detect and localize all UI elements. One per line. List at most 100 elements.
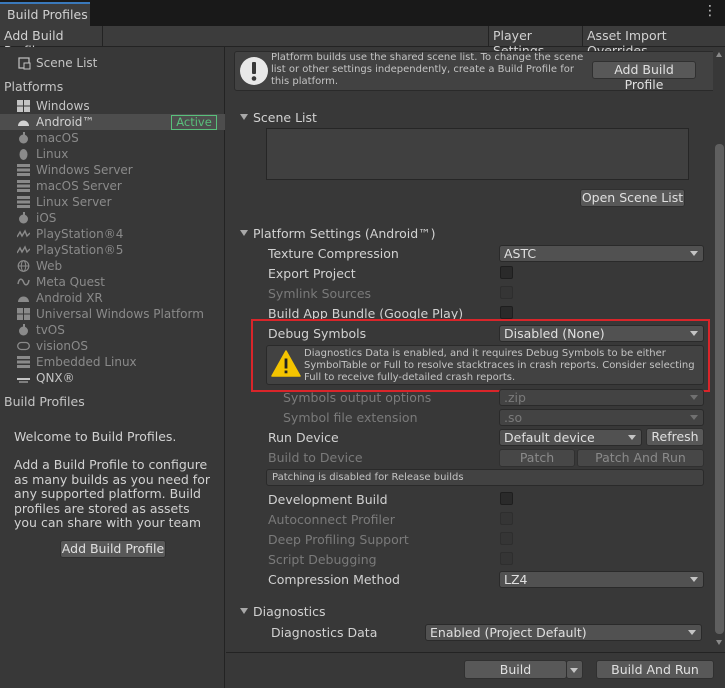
compression-method-label: Compression Method xyxy=(268,572,400,587)
build-app-bundle-checkbox[interactable] xyxy=(500,306,513,319)
sidebar-item-label: Universal Windows Platform xyxy=(36,307,204,321)
chevron-down-icon xyxy=(690,415,698,420)
diagnostics-data-dropdown[interactable]: Enabled (Project Default) xyxy=(425,624,702,641)
export-project-checkbox[interactable] xyxy=(500,266,513,279)
build-profiles-description: Add a Build Profile to configure as many… xyxy=(14,457,210,531)
sidebar-item-label: QNX® xyxy=(36,371,75,385)
texture-compression-dropdown[interactable]: ASTC xyxy=(499,245,704,262)
info-add-build-profile-button[interactable]: Add Build Profile xyxy=(592,61,696,92)
warning-icon xyxy=(271,350,301,377)
scene-list-box[interactable] xyxy=(266,128,689,180)
chevron-down-icon xyxy=(628,435,636,440)
sidebar-item-windows[interactable]: Windows xyxy=(0,98,225,114)
sidebar-item-visionos[interactable]: visionOS xyxy=(0,338,225,354)
development-build-checkbox[interactable] xyxy=(500,492,513,505)
sidebar-item-windows-server[interactable]: Windows Server xyxy=(0,162,225,178)
sidebar-item-qnx[interactable]: QNX® xyxy=(0,370,225,386)
compression-method-dropdown[interactable]: LZ4 xyxy=(499,571,704,588)
sidebar-item-tvos[interactable]: tvOS xyxy=(0,322,225,338)
sidebar-item-label: Windows xyxy=(36,99,90,113)
platform-settings-title: Platform Settings (Android™) xyxy=(253,226,436,241)
sidebar-item-linux[interactable]: Linux xyxy=(0,146,225,162)
sidebar-item-linux-server[interactable]: Linux Server xyxy=(0,194,225,210)
development-build-label: Development Build xyxy=(268,492,388,507)
server-icon xyxy=(17,356,30,368)
scroll-down-icon[interactable] xyxy=(716,640,722,645)
deep-profiling-label: Deep Profiling Support xyxy=(268,532,409,547)
run-device-dropdown[interactable]: Default device xyxy=(499,429,642,446)
sidebar-item-android[interactable]: Android™ Active xyxy=(0,114,225,130)
debug-symbols-value: Disabled (None) xyxy=(504,326,605,341)
sidebar-item-embedded-linux[interactable]: Embedded Linux xyxy=(0,354,225,370)
server-icon xyxy=(17,196,30,208)
sidebar-item-macos-server[interactable]: macOS Server xyxy=(0,178,225,194)
build-and-run-button[interactable]: Build And Run xyxy=(596,660,714,679)
asset-import-overrides-button[interactable]: Asset Import Overrides xyxy=(583,26,725,58)
scene-list-title: Scene List xyxy=(253,110,317,125)
apple-icon xyxy=(19,132,28,144)
diagnostics-data-value: Enabled (Project Default) xyxy=(430,625,587,640)
sidebar-item-label: Linux Server xyxy=(36,195,112,209)
sidebar-item-label: Meta Quest xyxy=(36,275,105,289)
scrollbar-thumb[interactable] xyxy=(715,144,724,634)
sidebar-item-ios[interactable]: iOS xyxy=(0,210,225,226)
tab-bar: Build Profiles ⋮ xyxy=(0,0,725,26)
autoconnect-profiler-checkbox[interactable] xyxy=(500,512,513,525)
active-badge: Active xyxy=(171,115,217,130)
sidebar-item-label: PlayStation®4 xyxy=(36,227,124,241)
diagnostics-foldout-icon[interactable] xyxy=(240,608,248,614)
patch-and-run-button[interactable]: Patch And Run xyxy=(577,449,704,467)
playstation-icon xyxy=(17,245,30,254)
sidebar-item-label: PlayStation®5 xyxy=(36,243,124,257)
symbol-extension-label: Symbol file extension xyxy=(283,410,418,425)
player-settings-button[interactable]: Player Settings xyxy=(489,26,582,58)
sidebar-item-label: tvOS xyxy=(36,323,65,337)
sidebar-item-playstation5[interactable]: PlayStation®5 xyxy=(0,242,225,258)
export-project-label: Export Project xyxy=(268,266,356,281)
texture-compression-value: ASTC xyxy=(504,246,537,261)
toolbar: Add Build Profile Player Settings Asset … xyxy=(0,26,725,58)
symlink-sources-checkbox[interactable] xyxy=(500,286,513,299)
open-scene-list-button[interactable]: Open Scene List xyxy=(580,189,685,207)
build-profiles-header: Build Profiles xyxy=(4,394,85,409)
symbols-output-dropdown[interactable]: .zip xyxy=(499,389,704,406)
server-icon xyxy=(17,180,30,192)
tab-build-profiles[interactable]: Build Profiles xyxy=(0,2,90,26)
build-button[interactable]: Build xyxy=(464,660,567,679)
symlink-sources-label: Symlink Sources xyxy=(268,286,372,301)
linux-icon xyxy=(19,149,28,160)
scroll-up-icon[interactable] xyxy=(716,52,722,57)
sidebar-item-macos[interactable]: macOS xyxy=(0,130,225,146)
build-options-dropdown[interactable] xyxy=(566,660,583,679)
sidebar-item-uwp[interactable]: Universal Windows Platform xyxy=(0,306,225,322)
visionos-icon xyxy=(17,341,30,351)
add-build-profile-toolbar-button[interactable]: Add Build Profile xyxy=(0,26,102,58)
script-debugging-checkbox[interactable] xyxy=(500,552,513,565)
autoconnect-profiler-label: Autoconnect Profiler xyxy=(268,512,395,527)
add-build-profile-button[interactable]: Add Build Profile xyxy=(60,540,166,558)
sidebar-item-web[interactable]: Web xyxy=(0,258,225,274)
run-device-value: Default device xyxy=(504,430,595,445)
meta-icon xyxy=(17,278,30,286)
script-debugging-label: Script Debugging xyxy=(268,552,377,567)
sidebar-item-meta-quest[interactable]: Meta Quest xyxy=(0,274,225,290)
debug-symbols-dropdown[interactable]: Disabled (None) xyxy=(499,325,704,342)
diagnostics-data-label: Diagnostics Data xyxy=(271,625,378,640)
sidebar-item-label: macOS Server xyxy=(36,179,122,193)
symbols-output-value: .zip xyxy=(504,390,526,405)
globe-icon xyxy=(17,260,30,272)
sidebar-item-android-xr[interactable]: Android XR xyxy=(0,290,225,306)
sidebar-item-scene-list[interactable]: Scene List xyxy=(0,55,225,72)
info-icon xyxy=(240,57,268,85)
more-options-icon[interactable]: ⋮ xyxy=(703,4,717,18)
deep-profiling-checkbox[interactable] xyxy=(500,532,513,545)
platform-settings-foldout-icon[interactable] xyxy=(240,230,248,236)
scene-list-foldout-icon[interactable] xyxy=(240,114,248,120)
chevron-down-icon xyxy=(690,331,698,336)
chevron-down-icon xyxy=(690,577,698,582)
sidebar-item-playstation4[interactable]: PlayStation®4 xyxy=(0,226,225,242)
patch-button[interactable]: Patch xyxy=(499,449,575,467)
symbol-extension-dropdown[interactable]: .so xyxy=(499,409,704,426)
windows-icon xyxy=(17,308,30,320)
refresh-button[interactable]: Refresh xyxy=(646,428,704,446)
